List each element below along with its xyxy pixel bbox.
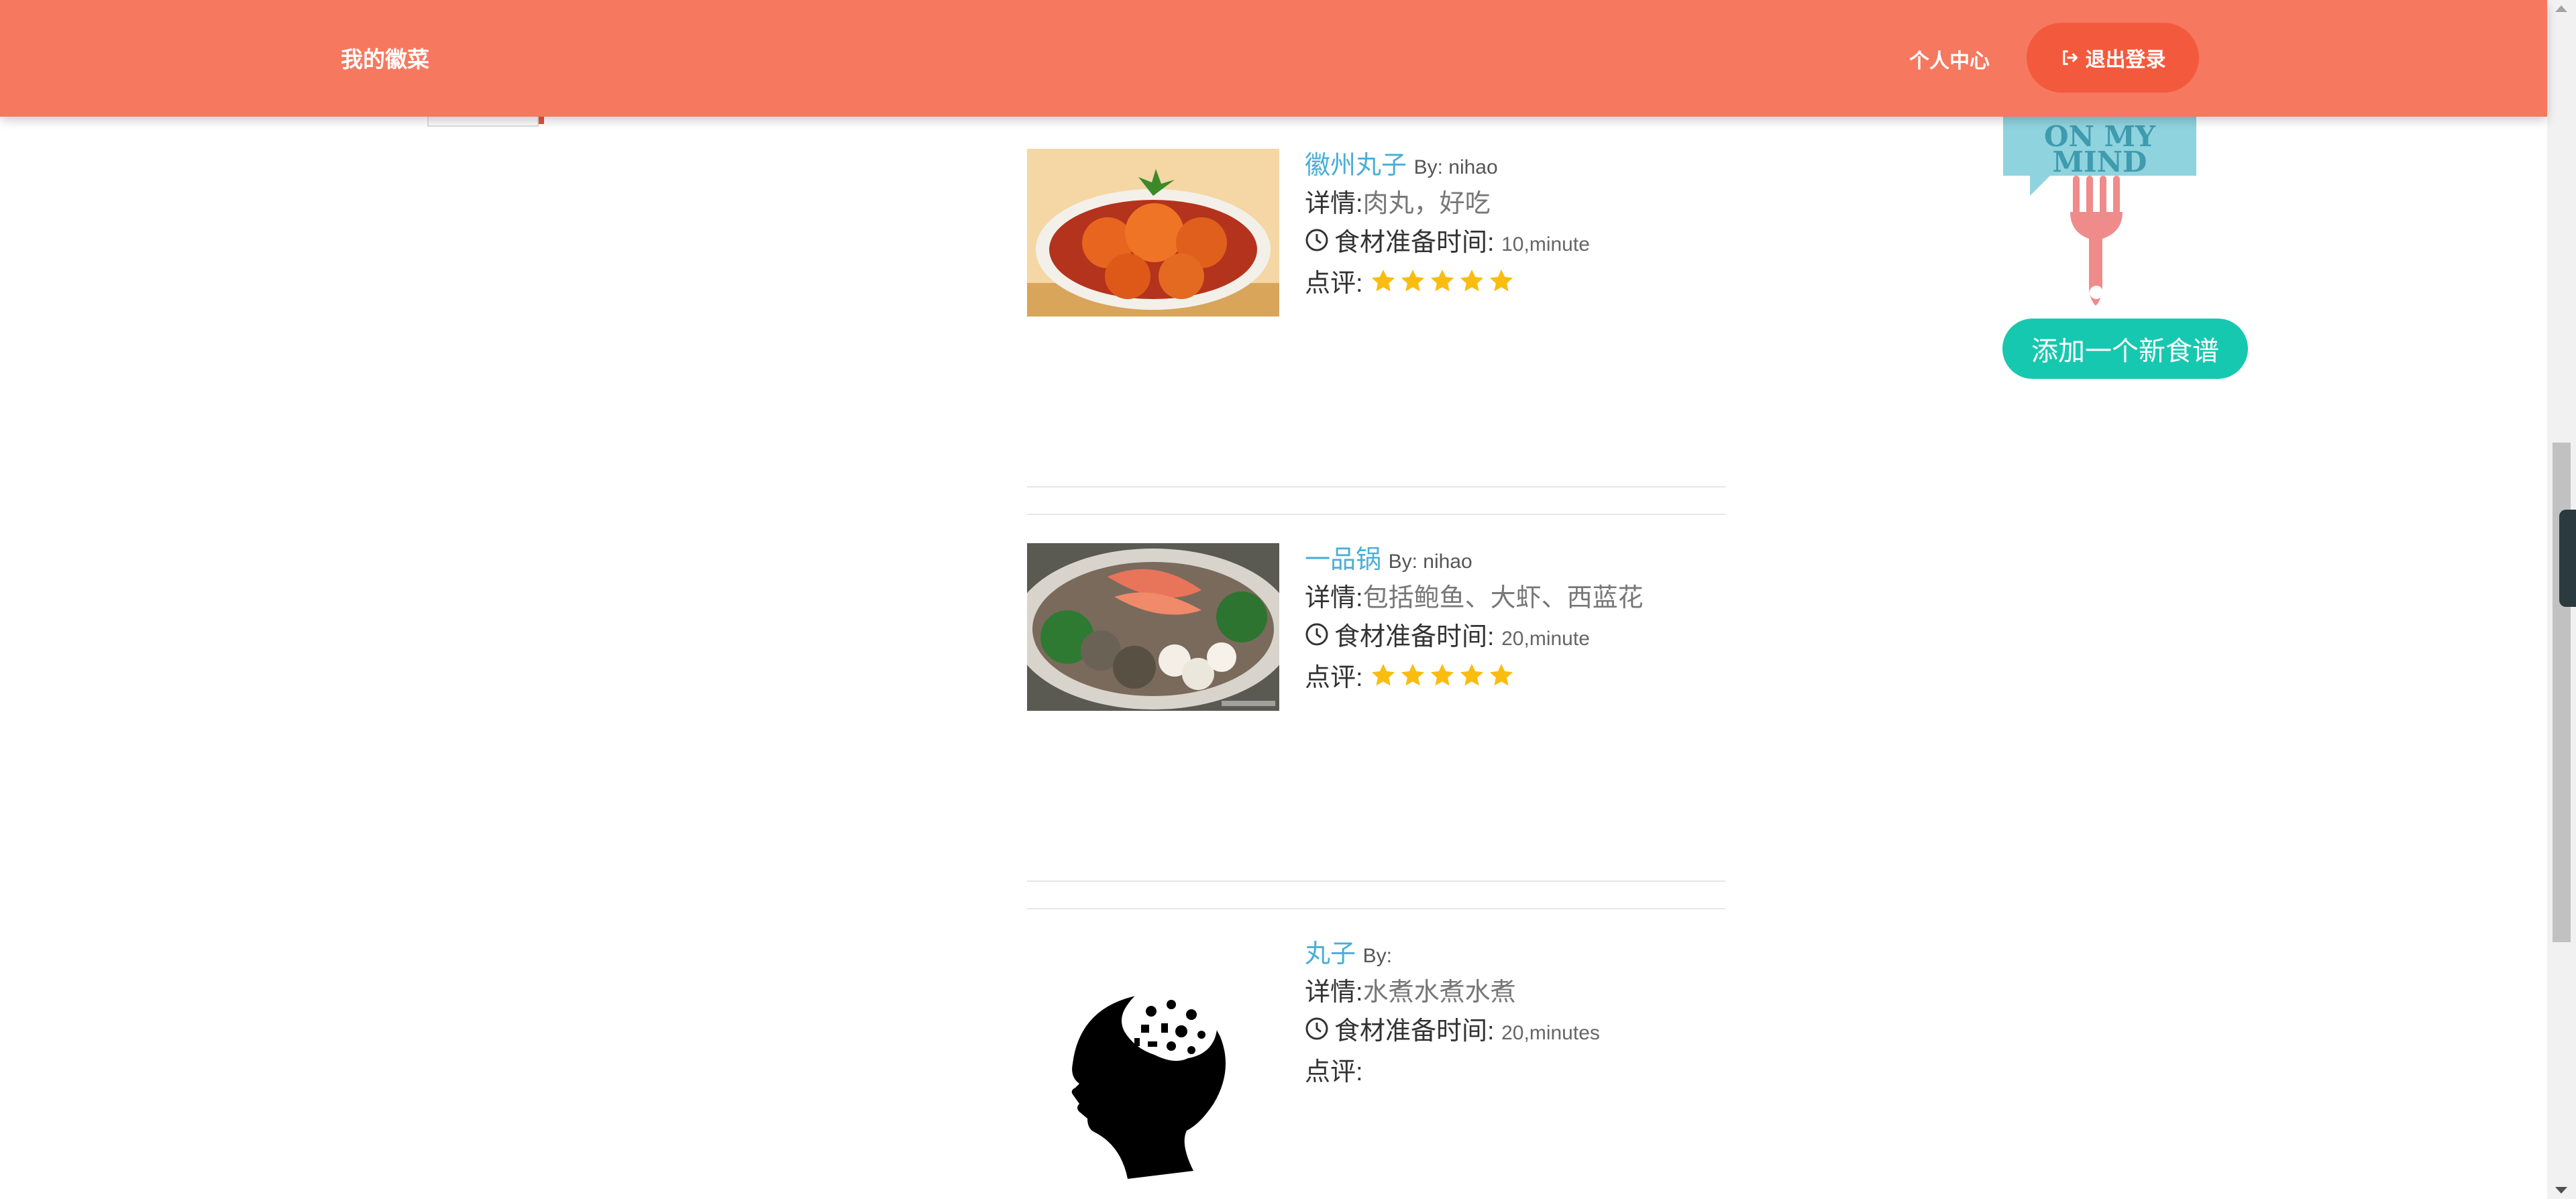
star-icon (1371, 664, 1395, 686)
recipe-author: By: nihao (1413, 156, 1498, 178)
image-text-line2: MIND (2053, 146, 2147, 178)
prep-time-label: 食材准备时间: (1334, 1017, 1495, 1045)
detail-label: 详情: (1305, 978, 1363, 1007)
logout-label: 退出登录 (2085, 49, 2166, 71)
food-on-my-mind-image: ON MY MIND (2003, 111, 2196, 310)
review-label: 点评: (1305, 270, 1363, 298)
sign-out-icon (2062, 50, 2078, 65)
recipe-author: By: (1362, 945, 1392, 967)
brand-link[interactable]: 我的徽菜 (341, 42, 429, 74)
recipe-info: 徽州丸子 By: nihao 详情:肉丸，好吃 食材准备时间: 10,minut… (1305, 149, 1590, 303)
clock-icon (1305, 623, 1328, 646)
star-icon (1401, 664, 1425, 686)
recipe-author: By: nihao (1388, 551, 1472, 573)
clock-icon (1305, 1017, 1328, 1040)
divider (1027, 908, 1725, 909)
rating-stars (1370, 268, 1515, 294)
star-icon (1401, 270, 1425, 292)
prep-time-label: 食材准备时间: (1334, 623, 1495, 651)
clock-icon (1305, 229, 1328, 251)
recipe-photo-hotpot[interactable] (1027, 543, 1279, 711)
recipe-info: 丸子 By: 详情:水煮水煮水煮 食材准备时间: 20,minutes 点评: (1305, 937, 1600, 1092)
prep-time-value: 20,minutes (1501, 1022, 1600, 1044)
star-icon (1460, 270, 1484, 292)
prep-time-value: 10,minute (1501, 233, 1590, 255)
recipe-title-link[interactable]: 徽州丸子 (1305, 152, 1407, 180)
recipe-info: 一品锅 By: nihao 详情:包括鲍鱼、大虾、西蓝花 食材准备时间: 20,… (1305, 543, 1644, 697)
detail-label: 详情: (1305, 584, 1363, 612)
divider (1027, 486, 1725, 488)
divider (1027, 880, 1725, 882)
detail-label: 详情: (1305, 190, 1363, 218)
review-label: 点评: (1305, 664, 1363, 692)
recipe-detail: 水煮水煮水煮 (1362, 978, 1516, 1007)
recipe-photo-meatballs[interactable] (1027, 149, 1279, 317)
star-icon (1489, 270, 1513, 292)
star-icon (1371, 270, 1395, 292)
recipe-title-link[interactable]: 一品锅 (1305, 546, 1381, 574)
review-label: 点评: (1305, 1058, 1363, 1086)
rating-stars (1370, 662, 1515, 689)
star-icon (1460, 664, 1484, 686)
recipe-title-link[interactable]: 丸子 (1305, 940, 1356, 968)
prep-time-label: 食材准备时间: (1334, 229, 1495, 257)
recipe-detail: 包括鲍鱼、大虾、西蓝花 (1362, 584, 1644, 612)
edge-tab-widget[interactable] (2559, 510, 2576, 607)
star-icon (1430, 664, 1454, 686)
divider (1027, 514, 1725, 515)
star-icon (1430, 270, 1454, 292)
logout-button[interactable]: 退出登录 (2027, 23, 2199, 93)
personal-center-link[interactable]: 个人中心 (1909, 44, 1990, 74)
recipe-detail: 肉丸，好吃 (1362, 190, 1491, 218)
recipe-photo-head-silhouette[interactable] (1027, 937, 1279, 1186)
scroll-up-arrow-icon[interactable] (2555, 5, 2567, 12)
top-navbar: 我的徽菜 个人中心 退出登录 (0, 0, 2547, 117)
prep-time-value: 20,minute (1501, 628, 1590, 650)
star-icon (1489, 664, 1513, 686)
add-recipe-button[interactable]: 添加一个新食谱 (2002, 319, 2248, 379)
scroll-down-arrow-icon[interactable] (2555, 1187, 2567, 1194)
